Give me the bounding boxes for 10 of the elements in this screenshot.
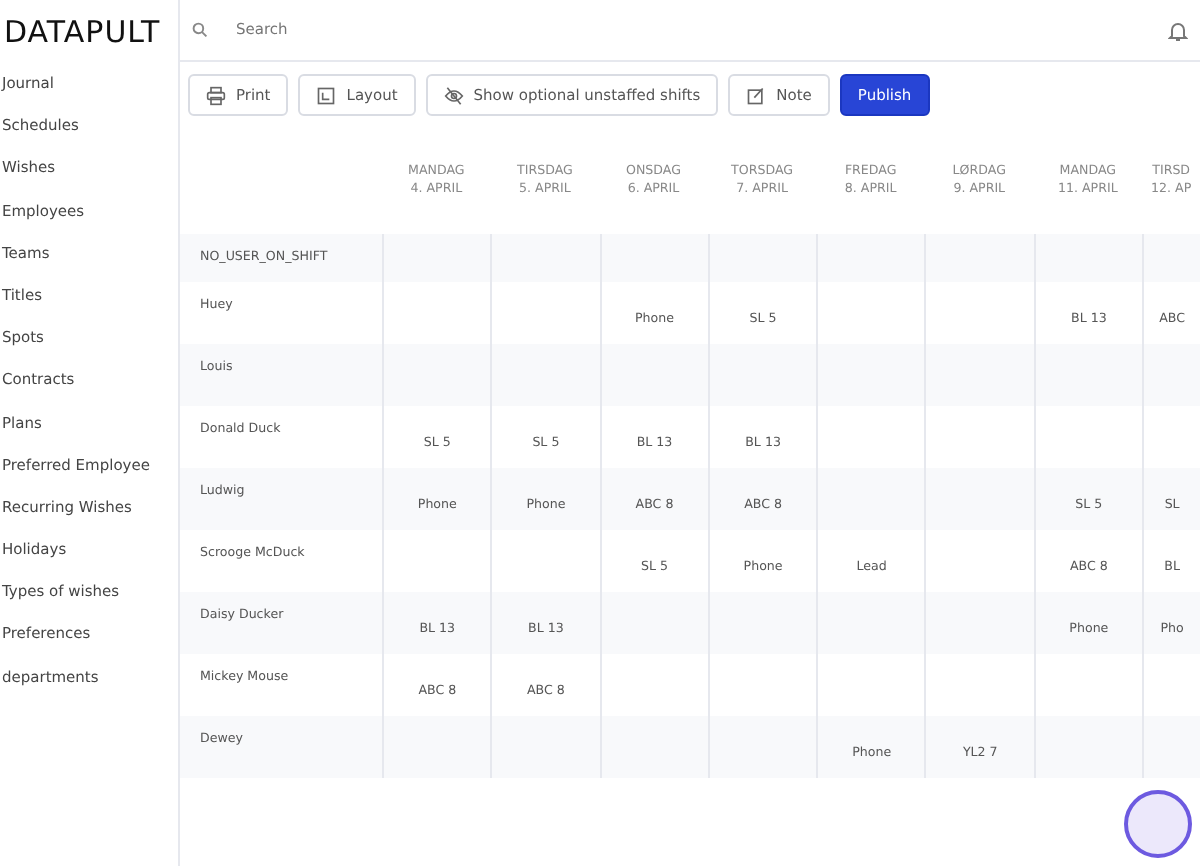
layout-icon bbox=[316, 85, 337, 105]
printer-icon bbox=[206, 85, 226, 105]
eye-slash-icon bbox=[443, 85, 464, 105]
search-icon bbox=[192, 22, 208, 38]
empty-shift-cell bbox=[1142, 344, 1200, 406]
logo: DATAPULT bbox=[2, 12, 163, 54]
empty-shift-cell bbox=[1142, 716, 1200, 778]
edit-icon bbox=[746, 85, 767, 105]
chat-button[interactable] bbox=[1124, 790, 1192, 858]
bell-icon[interactable] bbox=[1168, 19, 1189, 41]
